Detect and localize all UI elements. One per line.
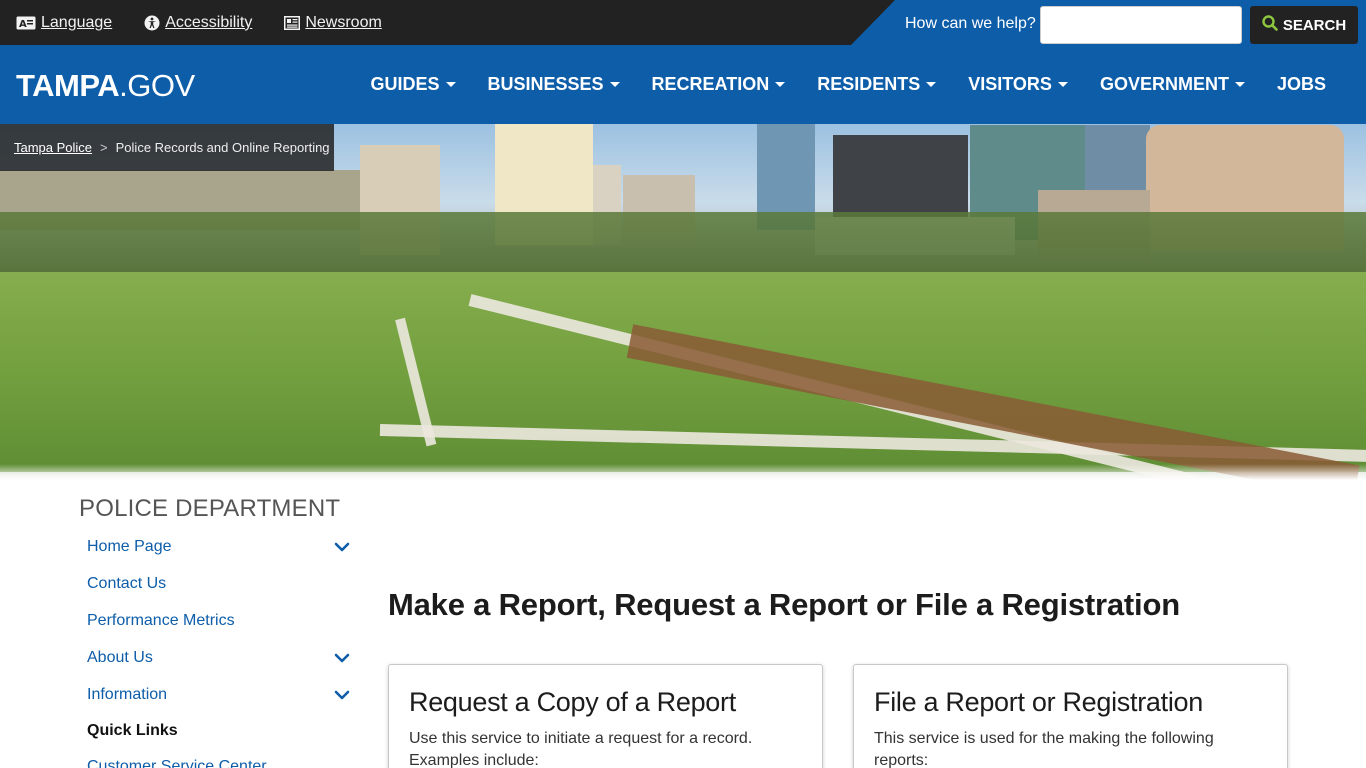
logo-light: .GOV xyxy=(119,68,195,103)
search-button-label: SEARCH xyxy=(1282,16,1347,34)
sidebar-item-customer-service-center[interactable]: Customer Service Center xyxy=(80,748,352,768)
nav-item-guides[interactable]: GUIDES xyxy=(370,74,456,95)
sidebar-title: POLICE DEPARTMENT xyxy=(79,495,341,522)
nav-label: RECREATION xyxy=(651,74,770,94)
search-input[interactable] xyxy=(1040,6,1242,44)
sidebar-item-label: Customer Service Center xyxy=(87,757,267,768)
sidebar-item-performance-metrics[interactable]: Performance Metrics xyxy=(80,602,352,639)
sidebar-item-information[interactable]: Information xyxy=(80,676,352,713)
caret-down-icon xyxy=(609,82,620,87)
utility-bar: A Language Accessibility Newsroom How ca… xyxy=(0,0,1366,45)
nav-item-government[interactable]: GOVERNMENT xyxy=(1100,74,1245,95)
accessibility-link[interactable]: Accessibility xyxy=(144,14,252,32)
sidebar-item-label: Home Page xyxy=(87,537,172,555)
breadcrumb-link-tampa-police[interactable]: Tampa Police xyxy=(14,140,92,155)
sidebar-item-label: Contact Us xyxy=(87,574,167,592)
sidebar-item-label: About Us xyxy=(87,648,153,666)
sidebar-item-home-page[interactable]: Home Page xyxy=(80,528,352,565)
hero-fade xyxy=(0,464,1366,480)
sidebar-heading-quick-links: Quick Links xyxy=(80,713,352,748)
logo-bold: TAMPA xyxy=(16,68,120,103)
card-title: File a Report or Registration xyxy=(874,687,1203,717)
hero-park-image: Tampa Police > Police Records and Online… xyxy=(0,124,1366,480)
nav-label: RESIDENTS xyxy=(817,74,921,94)
breadcrumb: Tampa Police > Police Records and Online… xyxy=(0,124,334,171)
accessibility-icon xyxy=(144,15,160,31)
card-file-report-or-registration[interactable]: File a Report or Registration This servi… xyxy=(853,664,1288,768)
search-button[interactable]: SEARCH xyxy=(1250,6,1358,44)
nav-items: GUIDES BUSINESSES RECREATION RESIDENTS V… xyxy=(370,45,1326,124)
newsroom-label: Newsroom xyxy=(305,13,382,31)
chevron-down-icon[interactable] xyxy=(334,688,350,702)
sidebar-item-about-us[interactable]: About Us xyxy=(80,639,352,676)
svg-text:A: A xyxy=(19,19,27,30)
breadcrumb-current: Police Records and Online Reporting xyxy=(115,140,330,155)
nav-label: VISITORS xyxy=(968,74,1052,94)
tampa-gov-logo[interactable]: TAMPA.GOV xyxy=(16,70,195,101)
card-text: This service is used for the making the … xyxy=(874,730,1214,768)
newsroom-link[interactable]: Newsroom xyxy=(284,13,382,32)
main-navigation: TAMPA.GOV GUIDES BUSINESSES RECREATION R… xyxy=(0,45,1366,124)
accessibility-label: Accessibility xyxy=(165,13,253,31)
nav-item-recreation[interactable]: RECREATION xyxy=(652,74,786,95)
nav-item-visitors[interactable]: VISITORS xyxy=(968,74,1068,95)
caret-down-icon xyxy=(445,82,456,87)
breadcrumb-separator: > xyxy=(100,140,108,155)
page-title: Make a Report, Request a Report or File … xyxy=(388,587,1180,622)
sidebar-nav: Home Page Contact Us Performance Metrics… xyxy=(80,528,352,768)
card-title: Request a Copy of a Report xyxy=(409,687,736,717)
card-text: Use this service to initiate a request f… xyxy=(409,730,753,768)
nav-item-jobs[interactable]: JOBS xyxy=(1277,74,1326,95)
caret-down-icon xyxy=(775,82,786,87)
card-request-copy-of-report[interactable]: Request a Copy of a Report Use this serv… xyxy=(388,664,823,768)
language-icon: A xyxy=(16,16,36,30)
nav-label: GOVERNMENT xyxy=(1099,74,1229,94)
caret-down-icon xyxy=(1234,82,1245,87)
utility-links: A Language Accessibility Newsroom xyxy=(16,0,382,45)
nav-label: GUIDES xyxy=(370,74,440,94)
language-label: Language xyxy=(41,13,113,31)
sidebar-item-contact-us[interactable]: Contact Us xyxy=(80,565,352,602)
chevron-down-icon[interactable] xyxy=(334,540,350,554)
help-label: How can we help? xyxy=(905,15,1036,32)
nav-label: BUSINESSES xyxy=(487,74,604,94)
language-link[interactable]: A Language xyxy=(16,14,112,32)
tree-line xyxy=(0,212,1366,274)
sidebar-item-label: Performance Metrics xyxy=(87,611,235,629)
building xyxy=(1085,125,1150,190)
sidebar-item-label: Quick Links xyxy=(87,721,178,739)
nav-item-residents[interactable]: RESIDENTS xyxy=(817,74,937,95)
caret-down-icon xyxy=(1057,82,1068,87)
chevron-down-icon[interactable] xyxy=(334,651,350,665)
caret-down-icon xyxy=(926,82,937,87)
sidebar-item-label: Information xyxy=(87,685,168,703)
search-icon xyxy=(1262,15,1278,35)
newspaper-icon xyxy=(284,15,301,30)
nav-label: JOBS xyxy=(1276,74,1326,94)
nav-item-businesses[interactable]: BUSINESSES xyxy=(488,74,620,95)
